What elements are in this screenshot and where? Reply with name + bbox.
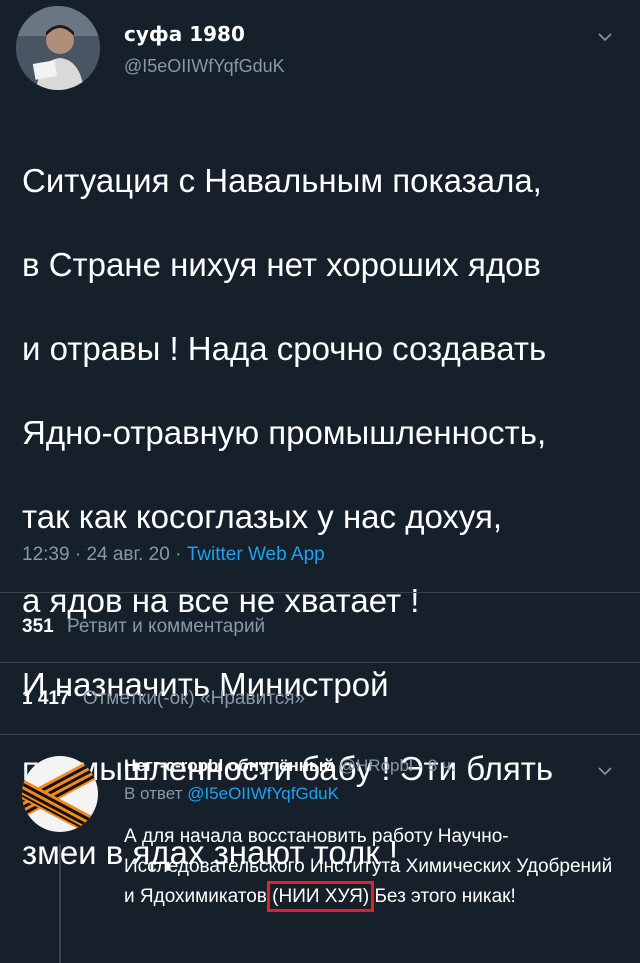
reply-to: В ответ @I5eOIIWfYqfGduK bbox=[124, 784, 339, 804]
tweet-meta: 12:39 · 24 авг. 20 · Twitter Web App bbox=[22, 544, 325, 566]
reply-text: А для начала восстановить работу Научно-… bbox=[124, 822, 624, 912]
author-name[interactable]: суфа 1980 bbox=[124, 22, 245, 46]
tweet-text-line: так как косоглазых у нас дохуя, bbox=[22, 498, 503, 535]
retweets-count: 351 bbox=[22, 616, 54, 637]
reply-author-handle[interactable]: @HRopbl bbox=[339, 756, 413, 775]
reply-avatar[interactable] bbox=[22, 756, 98, 832]
tweet-source-app[interactable]: Twitter Web App bbox=[187, 544, 325, 565]
tweet-date[interactable]: 24 авг. 20 bbox=[86, 544, 169, 565]
meta-separator: · bbox=[74, 544, 82, 565]
tweet-text-line: Ситуация с Навальным показала, bbox=[22, 162, 542, 199]
meta-separator: · bbox=[175, 544, 182, 565]
reply-to-handle[interactable]: @I5eOIIWfYqfGduK bbox=[187, 784, 339, 803]
likes-stat[interactable]: 1 417 Отметки(-ок) «Нравится» bbox=[22, 688, 305, 710]
divider bbox=[0, 734, 640, 735]
tweet-text-line: и отравы ! Нада срочно создавать bbox=[22, 330, 547, 367]
avatar[interactable] bbox=[16, 6, 100, 90]
tweet-text-line: Ядно-отравную промышленность, bbox=[22, 414, 547, 451]
tweet-time[interactable]: 12:39 bbox=[22, 544, 70, 565]
retweets-stat[interactable]: 351 Ретвит и комментарий bbox=[22, 616, 265, 638]
chevron-down-icon[interactable] bbox=[598, 760, 612, 781]
divider bbox=[0, 662, 640, 663]
reply-author-name[interactable]: Негг-с-ropbl обнулённый bbox=[124, 756, 334, 775]
avatar-photo bbox=[16, 6, 100, 90]
chevron-down-icon[interactable] bbox=[598, 26, 612, 47]
reply-to-label: В ответ bbox=[124, 784, 183, 803]
retweets-label: Ретвит и комментарий bbox=[66, 616, 266, 637]
reply-time[interactable]: 8 ч. bbox=[428, 756, 456, 775]
tweet-text-line: в Стране нихуя нет хороших ядов bbox=[22, 246, 541, 283]
thread-line bbox=[59, 844, 61, 963]
meta-separator: · bbox=[417, 756, 424, 775]
reply-text-tail: Без этого никак! bbox=[369, 886, 516, 907]
likes-label: Отметки(-ок) «Нравится» bbox=[82, 688, 306, 709]
divider bbox=[0, 592, 640, 593]
st-george-ribbon-avatar bbox=[22, 756, 98, 832]
highlight-box: (НИИ ХУЯ) bbox=[267, 881, 375, 912]
author-handle[interactable]: @I5eOIIWfYqfGduK bbox=[124, 56, 285, 77]
likes-count: 1 417 bbox=[22, 688, 70, 709]
reply-header: Негг-с-ropbl обнулённый @HRopbl · 8 ч. bbox=[124, 756, 456, 776]
